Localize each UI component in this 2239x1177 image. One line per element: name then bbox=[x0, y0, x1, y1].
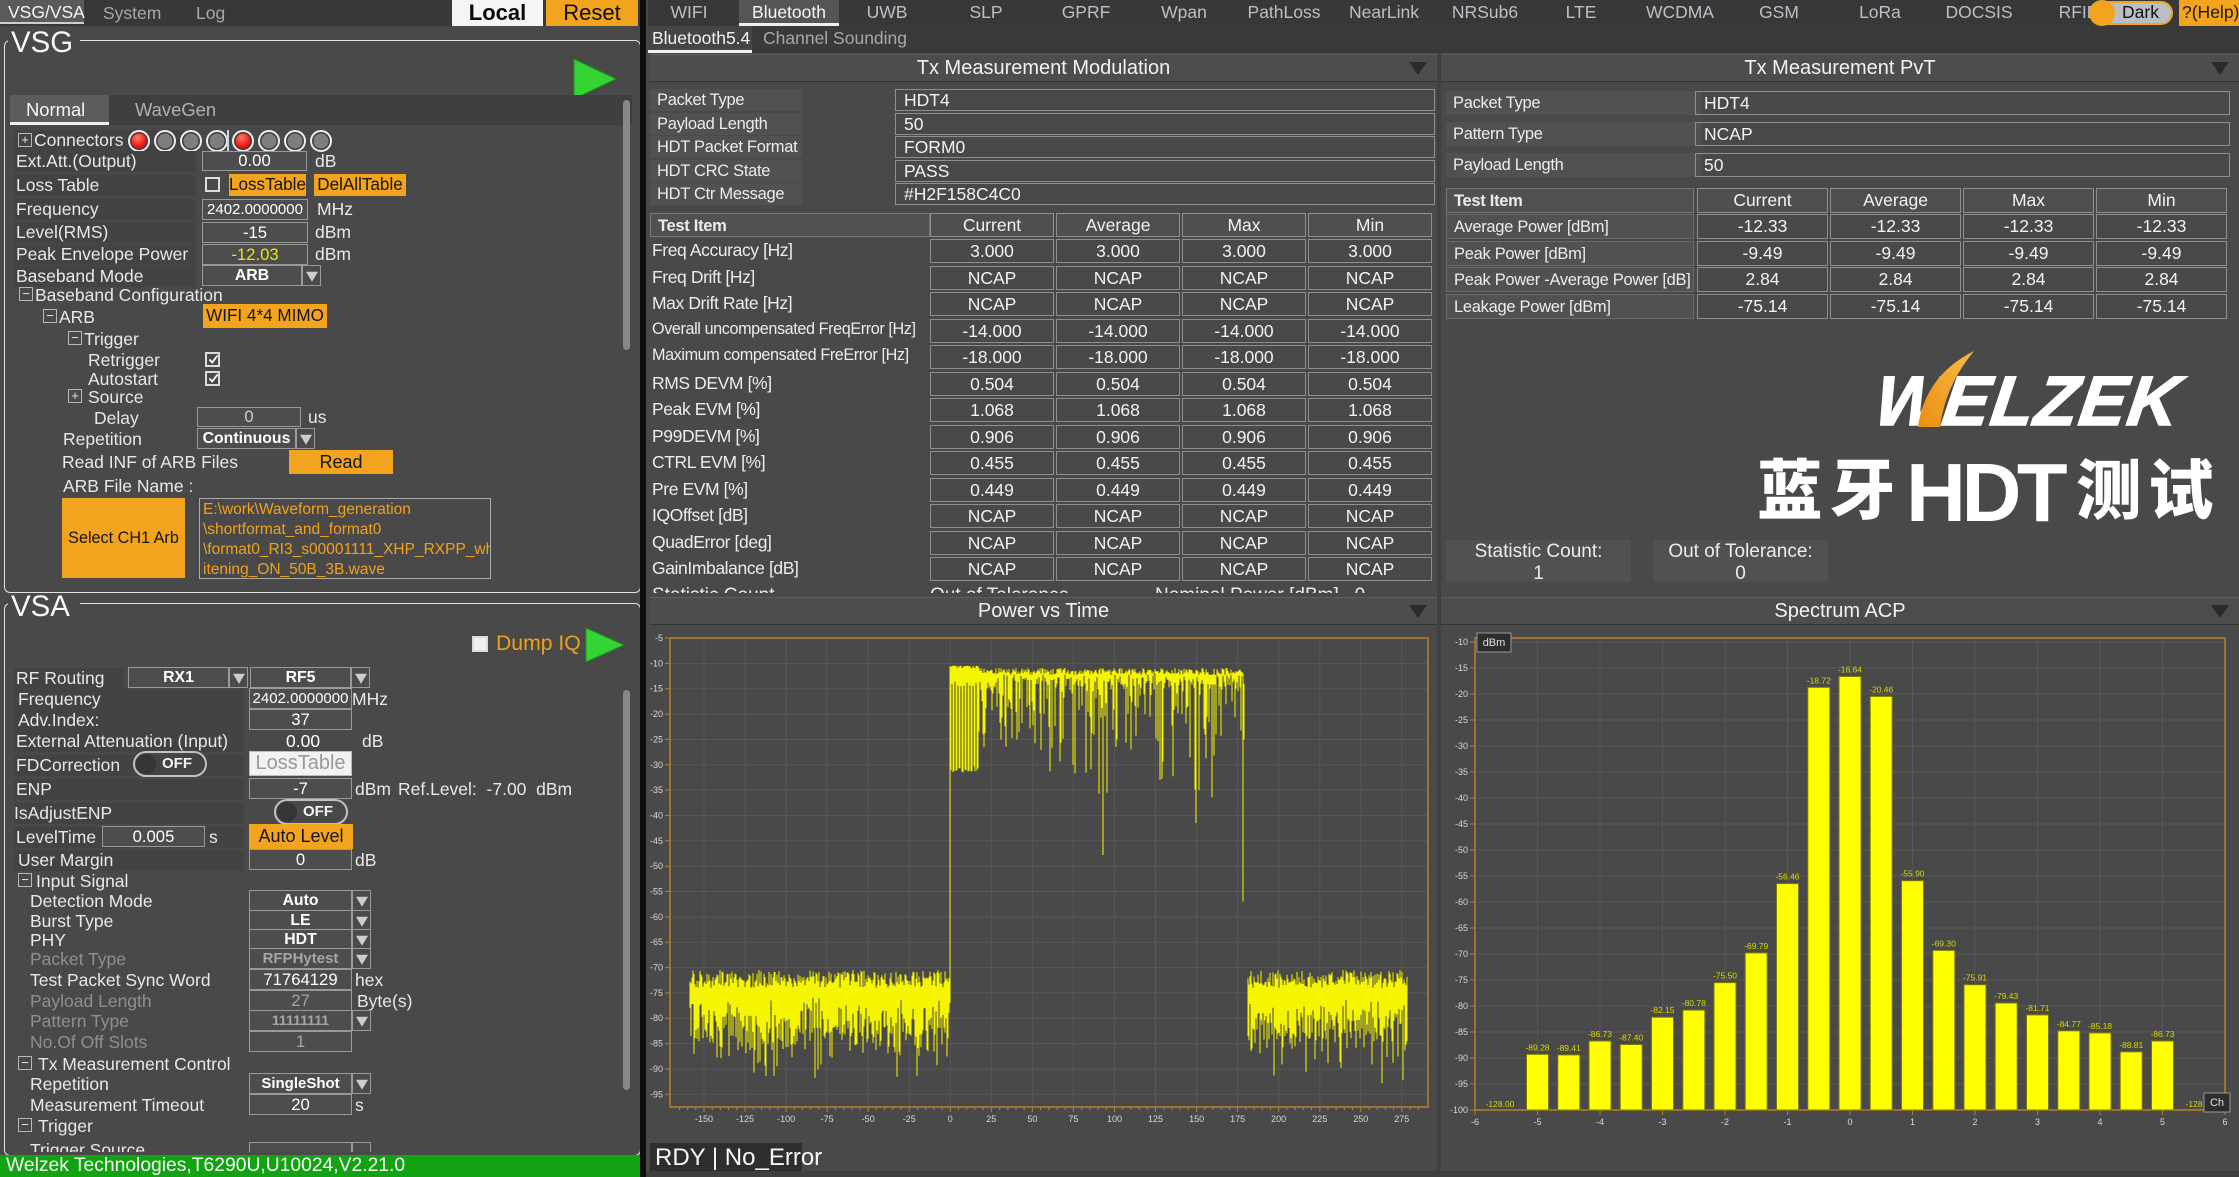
svg-text:-65: -65 bbox=[1455, 923, 1468, 933]
svg-text:-80: -80 bbox=[1455, 1001, 1468, 1011]
svg-text:-85.18: -85.18 bbox=[2088, 1021, 2112, 1031]
svg-text:-25: -25 bbox=[1455, 715, 1468, 725]
svg-text:-89.41: -89.41 bbox=[1557, 1043, 1581, 1053]
svg-text:-3: -3 bbox=[1658, 1117, 1666, 1127]
svg-text:2: 2 bbox=[1972, 1117, 1977, 1127]
svg-text:-40: -40 bbox=[1455, 793, 1468, 803]
svg-text:-75: -75 bbox=[821, 1114, 834, 1124]
svg-text:150: 150 bbox=[1189, 1114, 1204, 1124]
svg-text:-80.78: -80.78 bbox=[1682, 998, 1706, 1008]
svg-text:Ch: Ch bbox=[2210, 1097, 2224, 1109]
svg-text:4: 4 bbox=[2097, 1117, 2102, 1127]
svg-text:225: 225 bbox=[1312, 1114, 1327, 1124]
svg-text:275: 275 bbox=[1394, 1114, 1409, 1124]
svg-text:-15: -15 bbox=[1455, 663, 1468, 673]
svg-text:-30: -30 bbox=[650, 760, 663, 770]
svg-text:-2: -2 bbox=[1721, 1117, 1729, 1127]
svg-text:-60: -60 bbox=[650, 912, 663, 922]
svg-text:-20.46: -20.46 bbox=[1869, 684, 1893, 694]
svg-text:-75: -75 bbox=[1455, 975, 1468, 985]
svg-text:50: 50 bbox=[1027, 1114, 1037, 1124]
svg-text:-80: -80 bbox=[650, 1013, 663, 1023]
svg-text:-70: -70 bbox=[1455, 949, 1468, 959]
svg-text:-86.73: -86.73 bbox=[1588, 1029, 1612, 1039]
svg-text:175: 175 bbox=[1230, 1114, 1245, 1124]
svg-text:-60: -60 bbox=[1455, 897, 1468, 907]
svg-text:-30: -30 bbox=[1455, 741, 1468, 751]
svg-text:-100: -100 bbox=[1450, 1105, 1468, 1115]
svg-text:-25: -25 bbox=[650, 734, 663, 744]
svg-text:-65: -65 bbox=[650, 937, 663, 947]
svg-text:1: 1 bbox=[1910, 1117, 1915, 1127]
svg-text:-40: -40 bbox=[650, 811, 663, 821]
svg-text:-55: -55 bbox=[1455, 871, 1468, 881]
svg-text:-5: -5 bbox=[1533, 1117, 1541, 1127]
svg-text:-75.91: -75.91 bbox=[1963, 973, 1987, 983]
svg-text:-150: -150 bbox=[695, 1114, 713, 1124]
svg-text:-35: -35 bbox=[650, 785, 663, 795]
svg-text:-75.50: -75.50 bbox=[1713, 971, 1737, 981]
svg-text:250: 250 bbox=[1353, 1114, 1368, 1124]
svg-text:dBm: dBm bbox=[1483, 637, 1506, 649]
svg-text:-79.43: -79.43 bbox=[1994, 991, 2018, 1001]
svg-text:25: 25 bbox=[986, 1114, 996, 1124]
svg-text:-87.40: -87.40 bbox=[1619, 1033, 1643, 1043]
svg-text:-69.30: -69.30 bbox=[1932, 938, 1956, 948]
svg-text:5: 5 bbox=[2160, 1117, 2165, 1127]
svg-text:-10: -10 bbox=[1455, 637, 1468, 647]
svg-text:-50: -50 bbox=[1455, 845, 1468, 855]
svg-text:100: 100 bbox=[1107, 1114, 1122, 1124]
svg-text:-84.77: -84.77 bbox=[2057, 1019, 2081, 1029]
svg-text:-10: -10 bbox=[650, 658, 663, 668]
svg-text:-56.46: -56.46 bbox=[1775, 872, 1799, 882]
svg-text:-86.73: -86.73 bbox=[2150, 1029, 2174, 1039]
svg-text:-85: -85 bbox=[1455, 1027, 1468, 1037]
svg-text:3: 3 bbox=[2035, 1117, 2040, 1127]
svg-text:125: 125 bbox=[1148, 1114, 1163, 1124]
svg-text:-6: -6 bbox=[1471, 1117, 1479, 1127]
svg-text:-85: -85 bbox=[650, 1039, 663, 1049]
svg-text:-25: -25 bbox=[903, 1114, 916, 1124]
svg-text:-70: -70 bbox=[650, 963, 663, 973]
svg-text:-100: -100 bbox=[777, 1114, 795, 1124]
svg-text:-5: -5 bbox=[655, 633, 663, 643]
svg-text:-50: -50 bbox=[862, 1114, 875, 1124]
svg-text:-20: -20 bbox=[1455, 689, 1468, 699]
svg-text:-4: -4 bbox=[1596, 1117, 1604, 1127]
svg-text:-15: -15 bbox=[650, 684, 663, 694]
svg-text:-88.81: -88.81 bbox=[2119, 1040, 2143, 1050]
svg-text:-82.15: -82.15 bbox=[1650, 1005, 1674, 1015]
svg-text:-81.71: -81.71 bbox=[2025, 1003, 2049, 1013]
svg-text:-55: -55 bbox=[650, 887, 663, 897]
svg-text:-20: -20 bbox=[650, 709, 663, 719]
svg-text:-75: -75 bbox=[650, 988, 663, 998]
svg-text:-89.28: -89.28 bbox=[1525, 1042, 1549, 1052]
svg-text:-16.64: -16.64 bbox=[1838, 665, 1862, 675]
svg-text:-18.72: -18.72 bbox=[1807, 675, 1831, 685]
svg-text:-90: -90 bbox=[650, 1064, 663, 1074]
svg-text:0: 0 bbox=[1847, 1117, 1852, 1127]
svg-text:-69.79: -69.79 bbox=[1744, 941, 1768, 951]
svg-text:-125: -125 bbox=[736, 1114, 754, 1124]
svg-text:-55.90: -55.90 bbox=[1900, 869, 1924, 879]
svg-text:-95: -95 bbox=[1455, 1079, 1468, 1089]
svg-text:-90: -90 bbox=[1455, 1053, 1468, 1063]
svg-text:-45: -45 bbox=[1455, 819, 1468, 829]
svg-text:-1: -1 bbox=[1783, 1117, 1791, 1127]
svg-text:-35: -35 bbox=[1455, 767, 1468, 777]
svg-text:0: 0 bbox=[948, 1114, 953, 1124]
svg-text:75: 75 bbox=[1068, 1114, 1078, 1124]
svg-text:6: 6 bbox=[2222, 1117, 2227, 1127]
svg-text:200: 200 bbox=[1271, 1114, 1286, 1124]
svg-text:-50: -50 bbox=[650, 861, 663, 871]
svg-text:-95: -95 bbox=[650, 1089, 663, 1099]
svg-text:-128.00: -128.00 bbox=[1486, 1099, 1515, 1109]
svg-text:-45: -45 bbox=[650, 836, 663, 846]
